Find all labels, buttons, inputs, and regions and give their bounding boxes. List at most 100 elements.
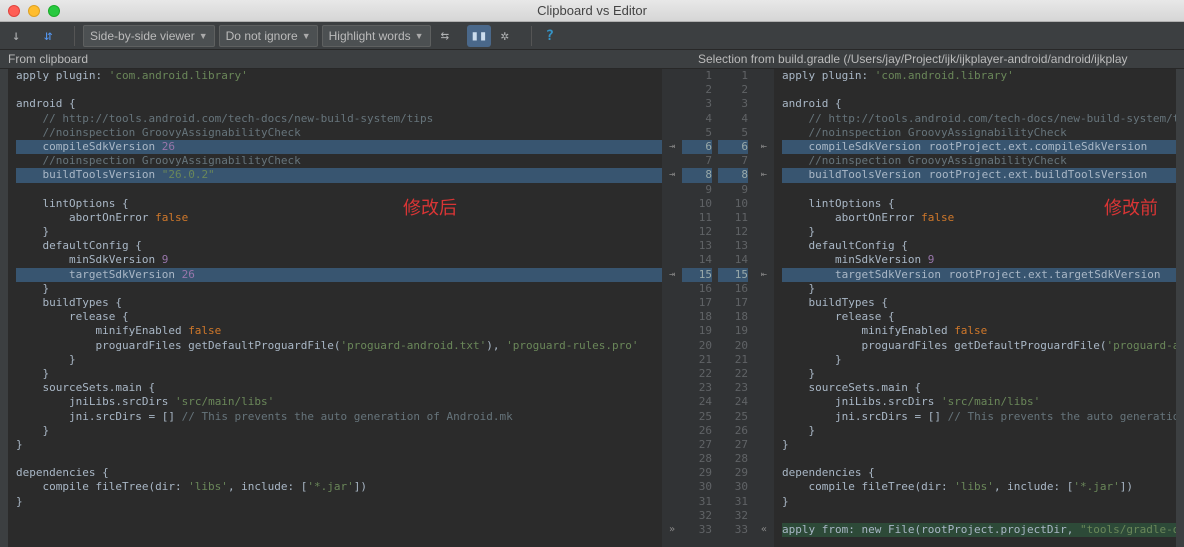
error-stripe xyxy=(0,69,8,547)
line-number: 3 xyxy=(718,97,748,111)
diff-toolbar: ↓ ⇵ Side-by-side viewer ▼ Do not ignore … xyxy=(0,22,1184,50)
highlight-mode-dropdown[interactable]: Highlight words ▼ xyxy=(322,25,431,47)
line-number: 17 xyxy=(718,296,748,310)
line-number: 15 xyxy=(682,268,712,282)
titlebar: Clipboard vs Editor xyxy=(0,0,1184,22)
zoom-icon[interactable] xyxy=(48,5,60,17)
line-number: 31 xyxy=(718,495,748,509)
code-line: jniLibs.srcDirs 'src/main/libs' xyxy=(16,395,662,409)
minimize-icon[interactable] xyxy=(28,5,40,17)
code-line xyxy=(782,452,1176,466)
right-code-editor[interactable]: apply plugin: 'com.android.library'andro… xyxy=(774,69,1176,547)
code-line: } xyxy=(782,353,1176,367)
line-number-gutter: 1234567891011121314151617181920212223242… xyxy=(682,69,754,547)
code-line: apply plugin: 'com.android.library' xyxy=(16,69,662,83)
diff-marker-icon[interactable]: ⇥ xyxy=(666,169,678,181)
line-number: 2 xyxy=(718,83,748,97)
expand-marker-icon[interactable]: « xyxy=(758,524,770,536)
left-line-numbers: 1234567891011121314151617181920212223242… xyxy=(682,69,718,547)
line-number: 11 xyxy=(682,211,712,225)
line-number: 22 xyxy=(718,367,748,381)
line-number: 5 xyxy=(682,126,712,140)
line-number: 30 xyxy=(682,480,712,494)
separator xyxy=(531,26,532,46)
prev-diff-button[interactable]: ↓ xyxy=(6,25,34,47)
diff-marker-icon[interactable]: ⇤ xyxy=(758,169,770,181)
code-line: } xyxy=(16,225,662,239)
line-number: 21 xyxy=(718,353,748,367)
left-pane-header: From clipboard xyxy=(0,50,690,69)
separator xyxy=(74,26,75,46)
code-line: } xyxy=(782,495,1176,509)
line-number: 19 xyxy=(718,324,748,338)
line-number: 13 xyxy=(682,239,712,253)
code-line: //noinspection GroovyAssignabilityCheck xyxy=(16,154,662,168)
code-line: defaultConfig { xyxy=(782,239,1176,253)
diff-marker-icon[interactable]: ⇤ xyxy=(758,141,770,153)
code-line: compile fileTree(dir: 'libs', include: [… xyxy=(782,480,1176,494)
code-line: buildTypes { xyxy=(16,296,662,310)
code-line: abortOnError false xyxy=(16,211,662,225)
code-line: release { xyxy=(782,310,1176,324)
line-number: 26 xyxy=(718,424,748,438)
viewer-mode-dropdown[interactable]: Side-by-side viewer ▼ xyxy=(83,25,215,47)
right-line-numbers: 1234567891011121314151617181920212223242… xyxy=(718,69,754,547)
pane-headers: From clipboard Selection from build.grad… xyxy=(0,50,1184,69)
code-line: targetSdkVersion 26 xyxy=(16,268,662,282)
diff-marker-icon[interactable]: ⇥ xyxy=(666,269,678,281)
next-diff-button[interactable]: ⇵ xyxy=(38,25,66,47)
code-line: } xyxy=(782,438,1176,452)
ignore-mode-label: Do not ignore xyxy=(226,29,298,43)
code-line: } xyxy=(16,438,662,452)
code-line xyxy=(16,509,662,523)
line-number: 4 xyxy=(718,112,748,126)
diff-marker-icon[interactable]: ⇤ xyxy=(758,269,770,281)
code-line: } xyxy=(782,282,1176,296)
code-line: minifyEnabled false xyxy=(782,324,1176,338)
line-number: 28 xyxy=(682,452,712,466)
code-line: dependencies { xyxy=(782,466,1176,480)
line-number: 2 xyxy=(682,83,712,97)
left-code-editor[interactable]: apply plugin: 'com.android.library' andro… xyxy=(8,69,662,547)
settings-button[interactable]: ✲ xyxy=(495,25,523,47)
code-line: android { xyxy=(782,97,1176,111)
line-number: 6 xyxy=(682,140,712,154)
code-line xyxy=(16,183,662,197)
code-line: proguardFiles getDefaultProguardFile('pr… xyxy=(16,339,662,353)
left-pane: apply plugin: 'com.android.library' andro… xyxy=(0,69,682,547)
line-number: 25 xyxy=(682,410,712,424)
code-line: } xyxy=(16,353,662,367)
code-line: } xyxy=(16,282,662,296)
line-number: 32 xyxy=(718,509,748,523)
line-number: 12 xyxy=(718,225,748,239)
error-stripe xyxy=(1176,69,1184,547)
line-number: 16 xyxy=(682,282,712,296)
line-number: 33 xyxy=(682,523,712,537)
code-line: release { xyxy=(16,310,662,324)
code-line xyxy=(16,523,662,537)
line-number: 1 xyxy=(718,69,748,83)
code-line: jni.srcDirs = [] // This prevents the au… xyxy=(782,410,1176,424)
line-number: 30 xyxy=(718,480,748,494)
close-icon[interactable] xyxy=(8,5,20,17)
help-button[interactable]: ? xyxy=(540,25,560,47)
code-line: //noinspection GroovyAssignabilityCheck xyxy=(782,126,1176,140)
expand-marker-icon[interactable]: » xyxy=(666,524,678,536)
code-line: } xyxy=(782,424,1176,438)
sync-scroll-button[interactable]: ▮▮ xyxy=(467,25,491,47)
code-line: android { xyxy=(16,97,662,111)
ignore-mode-dropdown[interactable]: Do not ignore ▼ xyxy=(219,25,318,47)
code-line: buildTypes { xyxy=(782,296,1176,310)
line-number: 8 xyxy=(718,168,748,182)
code-line: } xyxy=(782,225,1176,239)
line-number: 13 xyxy=(718,239,748,253)
chevron-down-icon: ▼ xyxy=(199,31,208,41)
line-number: 4 xyxy=(682,112,712,126)
code-line: jniLibs.srcDirs 'src/main/libs' xyxy=(782,395,1176,409)
right-markers: ⇤ ⇤ ⇤ « xyxy=(754,69,774,547)
code-line: } xyxy=(16,495,662,509)
code-line xyxy=(782,509,1176,523)
collapse-unchanged-button[interactable]: ⇆ xyxy=(435,25,463,47)
line-number: 5 xyxy=(718,126,748,140)
diff-marker-icon[interactable]: ⇥ xyxy=(666,141,678,153)
